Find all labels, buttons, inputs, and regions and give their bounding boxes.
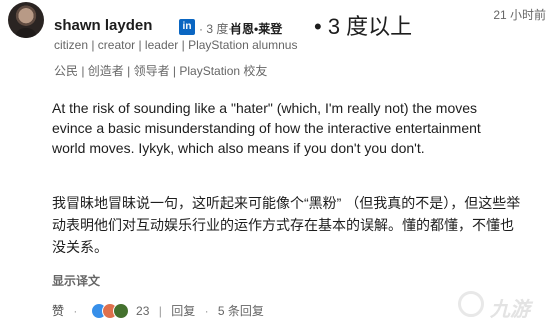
author-name-cn: 肖恩•莱登: [230, 22, 283, 36]
linkedin-badge-icon: in: [179, 19, 195, 35]
watermark-logo-icon: [458, 291, 484, 317]
action-separator: ·: [204, 303, 209, 318]
reply-count[interactable]: 5 条回复: [218, 302, 264, 319]
comment-text-en: At the risk of sounding like a "hater" (…: [52, 100, 481, 156]
author-headline-cn: 公民 | 创造者 | 领导者 | PlayStation 校友: [54, 64, 268, 78]
avatar[interactable]: [8, 2, 44, 38]
show-translation-link[interactable]: 显示译文: [52, 272, 100, 289]
watermark: 九游: [458, 285, 538, 321]
reaction-count[interactable]: 23: [136, 304, 149, 318]
connection-degree-cn: • 3 度以上: [314, 14, 413, 39]
timestamp: 21 小时前: [493, 8, 546, 22]
reply-button[interactable]: 回复: [171, 302, 195, 319]
comment-text-cn: 我冒昧地冒昧说一句，这听起来可能像个“黑粉” （但我真的不是），但这些举动表明他…: [52, 195, 521, 255]
comment-actions: 赞 · 23 | 回复 · 5 条回复: [52, 302, 264, 319]
action-separator: ·: [73, 303, 78, 318]
like-button[interactable]: 赞: [52, 302, 64, 319]
reactions-group[interactable]: [90, 302, 129, 319]
comment-bubble: At the risk of sounding like a "hater" (…: [44, 88, 546, 296]
action-separator: |: [158, 303, 162, 318]
comment-header: shawn layden in · 3 度+ 肖恩•莱登 • 3 度以上 21 …: [54, 6, 546, 39]
author-headline: citizen | creator | leader | PlayStation…: [54, 38, 298, 52]
watermark-text: 九游: [490, 299, 530, 321]
support-reaction-icon: [112, 302, 129, 319]
author-name[interactable]: shawn layden: [54, 17, 152, 34]
